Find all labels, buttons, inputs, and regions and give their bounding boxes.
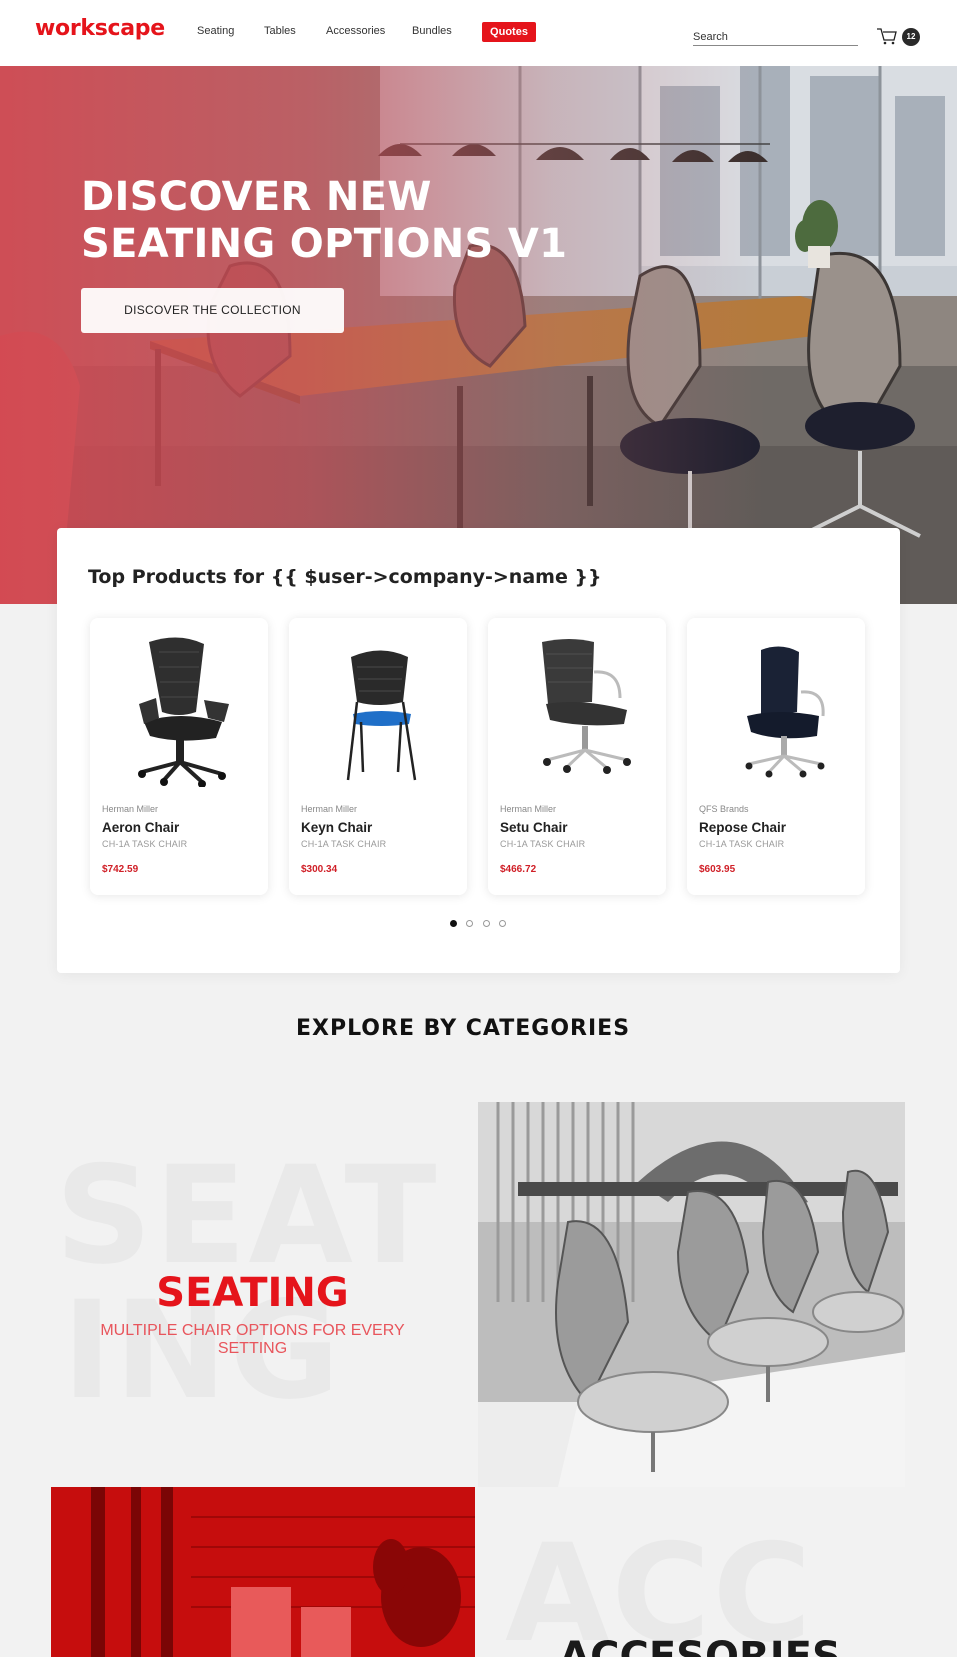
product-price: $466.72 (500, 864, 537, 875)
carousel-dot-1[interactable] (450, 920, 457, 927)
product-brand: Herman Miller (500, 804, 557, 814)
product-name[interactable]: Keyn Chair (301, 820, 372, 835)
aeron-chair-image (138, 637, 229, 787)
hero-banner: DISCOVER NEW SEATING OPTIONS V1 DISCOVER… (0, 66, 957, 604)
search-input[interactable] (693, 28, 858, 46)
workscape-logo[interactable]: workscape (35, 16, 165, 41)
nav-accessories[interactable]: Accessories (326, 25, 385, 37)
product-subtitle: CH-1A TASK CHAIR (699, 839, 785, 849)
product-name[interactable]: Setu Chair (500, 820, 568, 835)
page: DISCOVER NEW SEATING OPTIONS V1 DISCOVER… (0, 0, 957, 1657)
seating-category-subtitle: MULTIPLE CHAIR OPTIONS FOR EVERY SETTING (100, 1322, 405, 1357)
product-price: $742.59 (102, 864, 139, 875)
product-brand: QFS Brands (699, 804, 749, 814)
product-card[interactable]: Herman Miller Aeron Chair CH-1A TASK CHA… (90, 618, 268, 895)
product-card[interactable]: QFS Brands Repose Chair CH-1A TASK CHAIR… (687, 618, 865, 895)
accessories-photo (51, 1487, 475, 1657)
product-price: $300.34 (301, 864, 338, 875)
product-subtitle: CH-1A TASK CHAIR (500, 839, 586, 849)
top-products-panel: Top Products for {{ $user->company->name… (57, 528, 900, 973)
cart-count-badge: 12 (902, 28, 920, 46)
carousel-dot-3[interactable] (483, 920, 490, 927)
seating-category-title[interactable]: SEATING (50, 1270, 455, 1316)
seating-category-image[interactable] (478, 1102, 905, 1487)
hero-red-overlay (0, 66, 957, 604)
explore-categories-title: EXPLORE BY CATEGORIES (295, 1016, 631, 1041)
setu-chair-image (542, 639, 631, 774)
quotes-button[interactable]: Quotes (482, 22, 536, 42)
accessories-category-image[interactable] (51, 1487, 475, 1657)
carousel-dot-4[interactable] (499, 920, 506, 927)
product-name[interactable]: Aeron Chair (102, 820, 179, 835)
repose-chair-image (745, 646, 825, 778)
cart-icon[interactable] (876, 26, 898, 46)
product-card[interactable]: Herman Miller Keyn Chair CH-1A TASK CHAI… (289, 618, 467, 895)
product-brand: Herman Miller (301, 804, 358, 814)
hero-title-line1: DISCOVER NEW (81, 174, 432, 220)
seating-photo (478, 1102, 905, 1487)
hero-title: DISCOVER NEW SEATING OPTIONS V1 (81, 174, 601, 268)
hero-title-line2: SEATING OPTIONS V1 (81, 221, 568, 267)
product-name[interactable]: Repose Chair (699, 820, 786, 835)
nav-tables[interactable]: Tables (264, 25, 296, 37)
product-subtitle: CH-1A TASK CHAIR (102, 839, 188, 849)
discover-collection-button[interactable]: DISCOVER THE COLLECTION (81, 288, 344, 333)
product-price: $603.95 (699, 864, 736, 875)
product-brand: Herman Miller (102, 804, 159, 814)
top-navbar: workscape Seating Tables Accessories Bun… (0, 0, 957, 66)
product-subtitle: CH-1A TASK CHAIR (301, 839, 387, 849)
keyn-chair-image (346, 650, 417, 781)
nav-seating[interactable]: Seating (197, 25, 234, 37)
product-card[interactable]: Herman Miller Setu Chair CH-1A TASK CHAI… (488, 618, 666, 895)
nav-bundles[interactable]: Bundles (412, 25, 452, 37)
carousel-dot-2[interactable] (466, 920, 473, 927)
seating-bg-word-line1: SEAT (55, 1148, 439, 1283)
accessories-category-title[interactable]: ACCESORIES (520, 1634, 880, 1657)
top-products-title: Top Products for {{ $user->company->name… (88, 566, 602, 588)
